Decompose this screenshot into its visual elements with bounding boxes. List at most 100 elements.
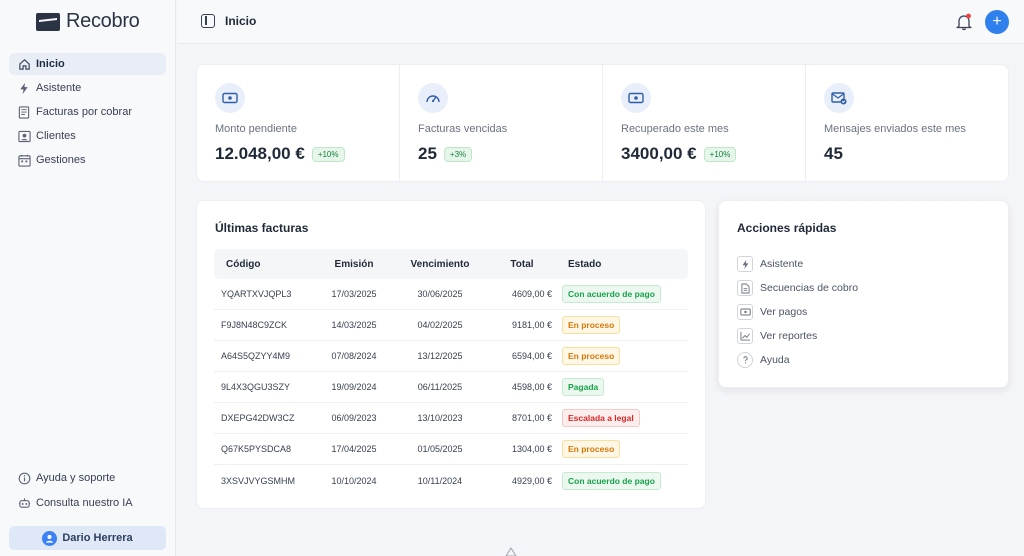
sidebar-item-facturas[interactable]: Facturas por cobrar <box>9 101 166 123</box>
stat-change-badge: +10% <box>311 146 345 162</box>
invoice-code: A64S5QZYY4M9 <box>221 351 291 361</box>
sidebar-item-label: Facturas por cobrar <box>36 106 132 118</box>
column-header[interactable]: Total <box>486 259 558 270</box>
status-badge: En proceso <box>562 440 621 458</box>
invoice-issued: 14/03/2025 <box>331 320 377 330</box>
stat-label: Recuperado este mes <box>621 123 729 135</box>
invoice-issued: 17/04/2025 <box>331 444 377 454</box>
plus-icon: + <box>992 13 1002 30</box>
sidebar-item-label: Gestiones <box>36 154 86 166</box>
stats-panel: Monto pendiente 12.048,00 € +10% Factura… <box>196 64 1009 182</box>
collapse-sidebar-icon[interactable] <box>201 14 215 28</box>
stat-card-overdue: Facturas vencidas 25 +3% <box>400 65 603 181</box>
card-title: Últimas facturas <box>215 221 309 235</box>
sidebar-item-label: Asistente <box>36 82 82 94</box>
status-badge: Con acuerdo de pago <box>562 471 661 490</box>
column-header[interactable]: Estado <box>558 259 688 270</box>
add-button[interactable]: + <box>985 10 1009 34</box>
invoice-total: 6594,00 € <box>511 351 552 361</box>
stat-label: Mensajes enviados este mes <box>824 123 966 135</box>
stat-value: 25 <box>418 144 437 163</box>
invoice-total: 4929,00 € <box>511 475 552 486</box>
sidebar-item-inicio[interactable]: Inicio <box>9 53 166 75</box>
invoice-due: 01/05/2025 <box>417 444 463 454</box>
invoice-due: 13/12/2025 <box>417 351 463 361</box>
column-header[interactable]: Emisión <box>314 259 394 270</box>
notification-bell-icon[interactable] <box>955 13 973 31</box>
quick-action-pagos[interactable]: Ver pagos <box>737 300 858 324</box>
invoice-code: Q67K5PYSDCA8 <box>221 444 292 454</box>
lightning-icon <box>737 256 753 272</box>
status-badge: Pagada <box>562 378 605 396</box>
user-profile-button[interactable]: Dario Herrera <box>9 526 166 550</box>
chart-line-icon <box>737 328 753 344</box>
invoice-total: 8701,00 € <box>511 413 552 423</box>
invoice-due: 10/11/2024 <box>417 475 463 486</box>
stat-value: 12.048,00 € <box>215 144 305 163</box>
sidebar-item-label: Inicio <box>36 58 65 70</box>
quick-action-label: Asistente <box>760 258 804 270</box>
latest-invoices-card: Últimas facturas Código Emisión Vencimie… <box>196 200 706 509</box>
status-badge: En proceso <box>562 316 621 334</box>
table-row[interactable]: DXEPG42DW3CZ 06/09/2023 13/10/2023 8701,… <box>214 403 688 434</box>
column-header[interactable]: Vencimiento <box>394 259 486 270</box>
sidebar-item-clientes[interactable]: Clientes <box>9 125 166 147</box>
quick-action-label: Secuencias de cobro <box>760 282 859 294</box>
help-icon <box>737 352 753 368</box>
sidebar-bottom: Ayuda y soporte Consulta nuestro IA <box>9 467 166 517</box>
logo[interactable]: Recobro <box>36 10 140 33</box>
quick-action-label: Ayuda <box>760 354 790 366</box>
table-row[interactable]: Q67K5PYSDCA8 17/04/2025 01/05/2025 1304,… <box>214 434 688 465</box>
lightning-icon <box>17 81 31 95</box>
quick-action-label: Ver pagos <box>760 306 808 318</box>
sidebar-item-gestiones[interactable]: Gestiones <box>9 149 166 171</box>
table-row[interactable]: F9J8N48C9ZCK 14/03/2025 04/02/2025 9181,… <box>214 310 688 341</box>
status-badge: Escalada a legal <box>562 409 640 427</box>
info-icon <box>17 471 31 485</box>
table-row[interactable]: 9L4X3QGU3SZY 19/09/2024 06/11/2025 4598,… <box>214 372 688 403</box>
invoice-due: 04/02/2025 <box>417 320 463 330</box>
invoice-total: 4598,00 € <box>511 382 552 392</box>
status-badge: En proceso <box>562 347 621 365</box>
invoice-issued: 17/03/2025 <box>331 289 377 299</box>
stat-label: Facturas vencidas <box>418 123 508 135</box>
table-row[interactable]: YQARTXVJQPL3 17/03/2025 30/06/2025 4609,… <box>214 279 688 310</box>
quick-action-label: Ver reportes <box>760 330 818 342</box>
stat-card-pending: Monto pendiente 12.048,00 € +10% <box>197 65 400 181</box>
sidebar-item-ia[interactable]: Consulta nuestro IA <box>9 492 166 514</box>
robot-icon <box>17 496 31 510</box>
small-triangle-icon <box>505 544 517 556</box>
page-title: Inicio <box>225 14 257 28</box>
user-name: Dario Herrera <box>62 532 133 544</box>
stat-change-badge: +10% <box>703 146 737 162</box>
invoice-code: DXEPG42DW3CZ <box>221 413 295 423</box>
invoice-issued: 06/09/2023 <box>331 413 377 423</box>
column-header[interactable]: Código <box>214 259 314 270</box>
status-badge: Con acuerdo de pago <box>562 285 661 303</box>
table-header: Código Emisión Vencimiento Total Estado <box>214 249 688 279</box>
sidebar-item-ayuda[interactable]: Ayuda y soporte <box>9 467 166 489</box>
invoice-due: 06/11/2025 <box>417 382 463 392</box>
quick-action-reportes[interactable]: Ver reportes <box>737 324 858 348</box>
sidebar-item-label: Ayuda y soporte <box>36 472 116 484</box>
quick-action-secuencias[interactable]: Secuencias de cobro <box>737 276 858 300</box>
app-name: Recobro <box>66 10 140 32</box>
invoice-total: 1304,00 € <box>511 444 552 454</box>
quick-action-ayuda[interactable]: Ayuda <box>737 348 858 372</box>
stat-label: Monto pendiente <box>215 123 297 135</box>
table-row[interactable]: 3XSVJVYGSMHM 10/10/2024 10/11/2024 4929,… <box>214 465 688 496</box>
sidebar-item-asistente[interactable]: Asistente <box>9 77 166 99</box>
stat-change-badge: +3% <box>443 146 473 162</box>
quick-action-asistente[interactable]: Asistente <box>737 252 858 276</box>
cash-icon <box>215 83 245 113</box>
avatar <box>42 530 58 546</box>
invoice-issued: 10/10/2024 <box>331 475 377 486</box>
logo-icon <box>36 12 60 31</box>
sidebar-item-label: Clientes <box>36 130 76 142</box>
invoice-total: 9181,00 € <box>511 320 552 330</box>
table-row[interactable]: A64S5QZYY4M9 07/08/2024 13/12/2025 6594,… <box>214 341 688 372</box>
stat-card-messages: Mensajes enviados este mes 45 <box>806 65 1008 181</box>
top-bar: Inicio + <box>177 0 1024 44</box>
invoice-due: 30/06/2025 <box>417 289 463 299</box>
sidebar: Recobro Inicio Asistente Facturas por co… <box>0 0 176 556</box>
